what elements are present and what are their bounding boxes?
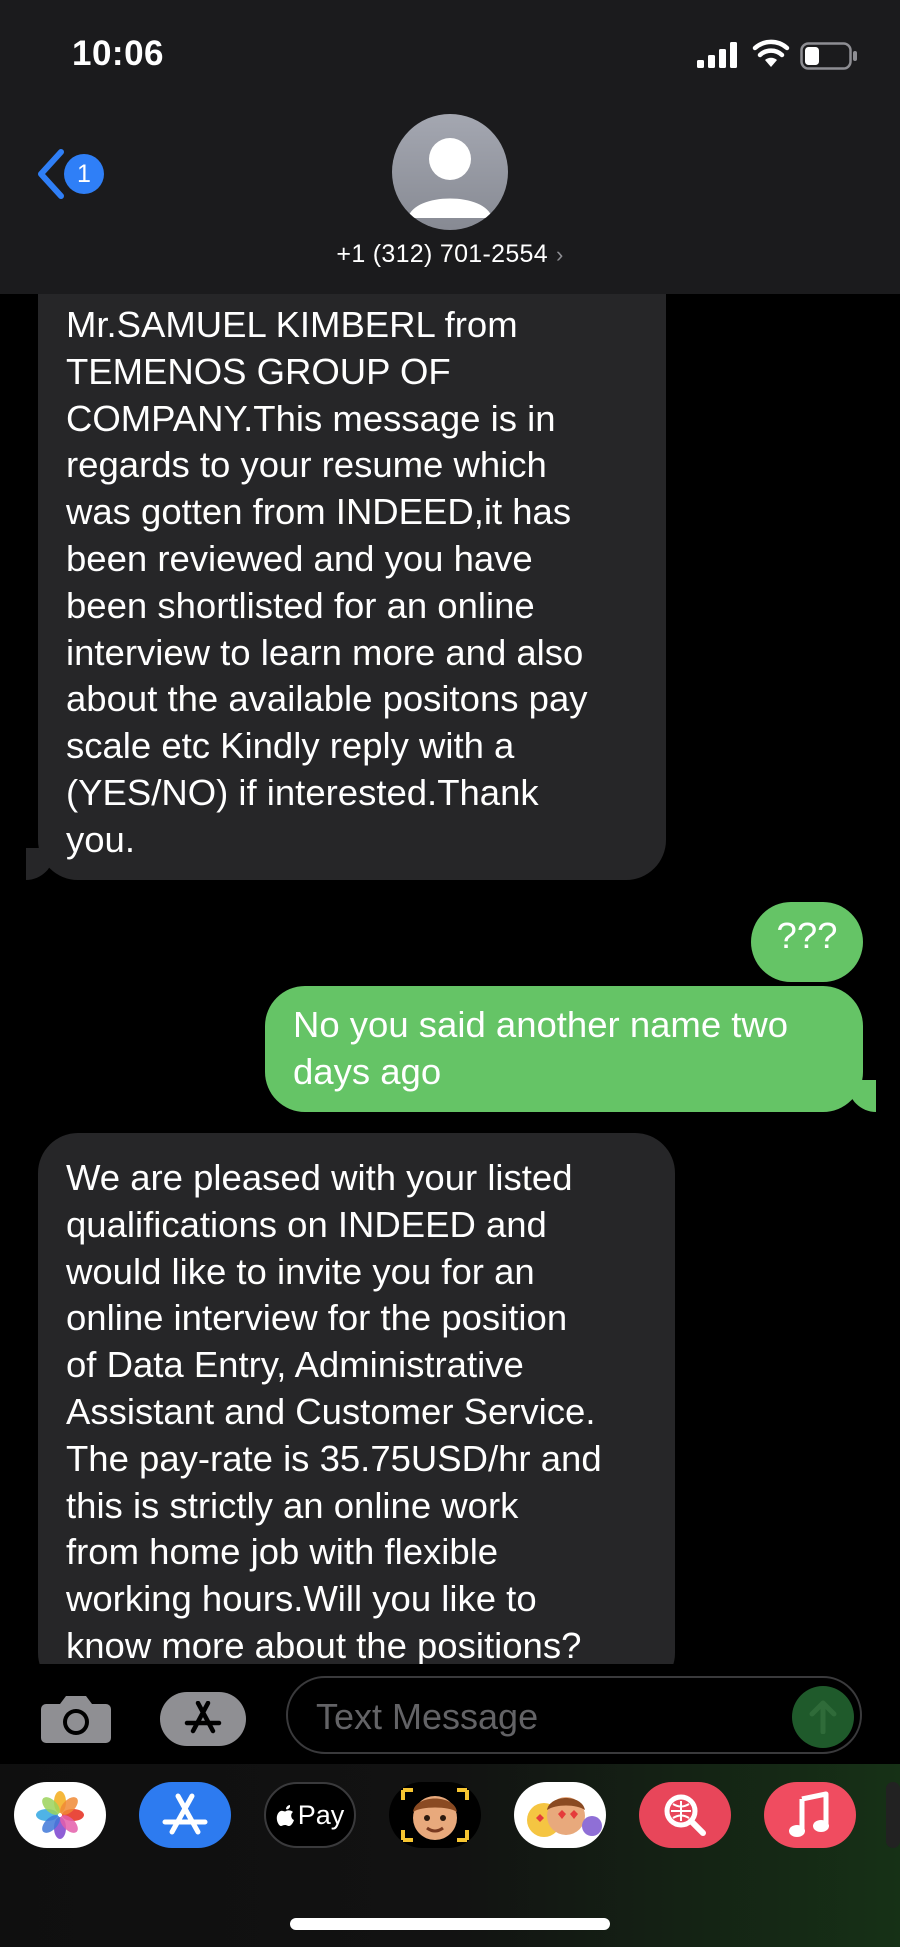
images-search-icon [664,1794,706,1836]
message-input-placeholder: Text Message [316,1696,539,1737]
back-button[interactable]: 1 [36,148,104,200]
send-button[interactable] [792,1686,854,1748]
memoji-app-button[interactable] [389,1782,481,1848]
message-input[interactable]: Text Message [286,1676,862,1754]
outgoing-message-bubble[interactable]: ??? [751,902,863,982]
message-text: Mr.SAMUEL KIMBERL from TEMENOS GROUP OF … [66,304,588,860]
app-store-apps-button[interactable] [160,1692,246,1746]
contact-number: +1 (312) 701-2554 [336,240,548,268]
music-app-button[interactable] [764,1782,856,1848]
app-store-icon [162,1793,208,1835]
app-store-icon [184,1701,222,1734]
photos-app-button[interactable] [14,1782,106,1848]
unread-count-badge: 1 [64,154,104,194]
images-search-app-button[interactable] [639,1782,731,1848]
photos-icon [36,1791,84,1839]
person-icon [408,138,492,218]
wifi-icon [752,39,790,67]
navigation-header: 10:06 1 +1 (312) 701-2554 › [0,0,900,294]
incoming-message-bubble[interactable]: We are pleased with your listed qualific… [38,1133,675,1693]
outgoing-message-bubble[interactable]: No you said another name two days ago [265,986,863,1112]
apple-pay-app-button[interactable]: Pay [264,1782,356,1848]
contact-details-link[interactable]: +1 (312) 701-2554 › [0,240,900,269]
more-apps-button[interactable] [886,1782,900,1848]
message-text: No you said another name two days ago [293,1004,789,1092]
status-time: 10:06 [72,34,165,73]
battery-icon [800,42,857,70]
app-store-app-button[interactable] [139,1782,231,1848]
animoji-stickers-icon [527,1797,602,1837]
camera-icon[interactable] [40,1692,112,1744]
incoming-message-bubble[interactable]: Mr.SAMUEL KIMBERL from TEMENOS GROUP OF … [38,270,666,880]
apple-pay-label: Pay [297,1799,345,1830]
chevron-left-icon [38,149,64,199]
message-text: ??? [776,915,838,956]
cellular-signal-icon [697,42,737,68]
arrow-up-icon [809,1700,837,1734]
home-indicator[interactable] [290,1918,610,1930]
app-drawer: Pay [0,1764,900,1947]
music-icon [789,1791,829,1837]
compose-bar: Text Message [0,1664,900,1764]
apple-logo-icon [276,1805,294,1826]
memoji-icon [401,1788,469,1842]
memoji-stickers-app-button[interactable] [514,1782,606,1848]
message-text: We are pleased with your listed qualific… [66,1157,602,1666]
contact-avatar[interactable] [392,114,508,230]
chevron-right-icon: › [555,242,564,267]
